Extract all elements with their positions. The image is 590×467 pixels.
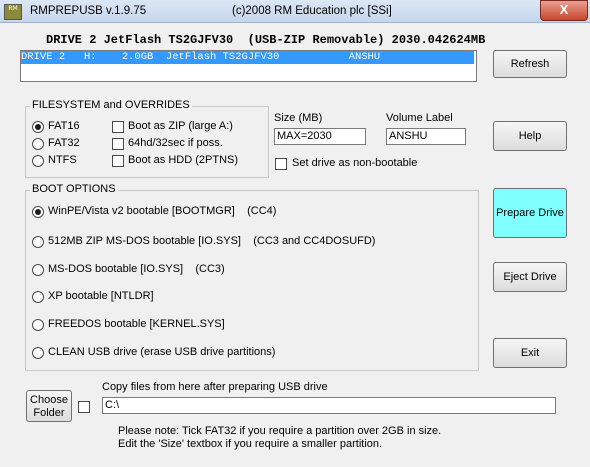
- boot-options-legend: BOOT OPTIONS: [30, 183, 118, 195]
- boot-option-msdos-radio[interactable]: [32, 264, 44, 276]
- app-icon: RM: [4, 4, 22, 20]
- boot-option-clean-label: CLEAN USB drive (erase USB drive partiti…: [48, 346, 276, 358]
- close-icon: X: [559, 2, 569, 17]
- note-line-2: Edit the 'Size' textbox if you require a…: [118, 438, 383, 450]
- copy-files-label: Copy files from here after preparing USB…: [102, 381, 328, 393]
- boot-option-msdos-label: MS-DOS bootable [IO.SYS] (CC3): [48, 263, 225, 275]
- volume-label-label: Volume Label: [386, 112, 453, 124]
- boot-option-freedos-radio[interactable]: [32, 319, 44, 331]
- boot-as-zip-checkbox[interactable]: [112, 121, 124, 133]
- fat32-label: FAT32: [48, 137, 80, 149]
- close-button[interactable]: X: [540, 0, 588, 21]
- boot-option-freedos-label: FREEDOS bootable [KERNEL.SYS]: [48, 318, 225, 330]
- hd-sec-checkbox[interactable]: [112, 138, 124, 150]
- filesystem-legend: FILESYSTEM and OVERRIDES: [30, 99, 192, 111]
- boot-option-xp-label: XP bootable [NTLDR]: [48, 290, 154, 302]
- volume-label-input[interactable]: ANSHU: [386, 128, 466, 145]
- boot-option-winpe-radio[interactable]: [32, 206, 44, 218]
- fat16-label: FAT16: [48, 120, 80, 132]
- nonbootable-label: Set drive as non-bootable: [292, 157, 418, 169]
- fat16-radio[interactable]: [32, 121, 44, 133]
- nonbootable-checkbox[interactable]: [275, 158, 287, 170]
- boot-option-zip-label: 512MB ZIP MS-DOS bootable [IO.SYS] (CC3 …: [48, 235, 376, 247]
- boot-option-zip-radio[interactable]: [32, 236, 44, 248]
- ntfs-radio[interactable]: [32, 155, 44, 167]
- window-title: RMPREPUSB v.1.9.75: [30, 5, 147, 17]
- boot-option-xp-radio[interactable]: [32, 291, 44, 303]
- boot-options-group: [25, 190, 479, 371]
- boot-option-clean-radio[interactable]: [32, 347, 44, 359]
- choose-folder-button[interactable]: Choose Folder: [26, 390, 72, 422]
- hd-sec-label: 64hd/32sec if poss.: [128, 137, 223, 149]
- note-line-1: Please note: Tick FAT32 if you require a…: [118, 425, 442, 437]
- prepare-drive-button[interactable]: Prepare Drive: [493, 188, 567, 238]
- copy-path-input[interactable]: C:\: [102, 397, 556, 414]
- drive-list-item-selected[interactable]: DRIVE 2 H: 2.0GB JetFlash TS2GJFV30 ANSH…: [21, 51, 474, 64]
- boot-as-zip-label: Boot as ZIP (large A:): [128, 120, 233, 132]
- boot-as-hdd-checkbox[interactable]: [112, 155, 124, 167]
- boot-option-winpe-label: WinPE/Vista v2 bootable [BOOTMGR] (CC4): [48, 205, 277, 217]
- eject-drive-button[interactable]: Eject Drive: [493, 262, 567, 292]
- refresh-button[interactable]: Refresh: [493, 50, 567, 78]
- exit-button[interactable]: Exit: [493, 338, 567, 368]
- boot-as-hdd-label: Boot as HDD (2PTNS): [128, 154, 239, 166]
- drive-header: DRIVE 2 JetFlash TS2GJFV30 (USB-ZIP Remo…: [46, 33, 486, 47]
- fat32-radio[interactable]: [32, 138, 44, 150]
- size-label: Size (MB): [274, 112, 323, 124]
- help-button[interactable]: Help: [493, 121, 567, 151]
- window-copyright: (c)2008 RM Education plc [SSi]: [232, 5, 392, 17]
- ntfs-label: NTFS: [48, 154, 77, 166]
- size-input[interactable]: MAX=2030: [274, 128, 366, 145]
- copy-files-checkbox[interactable]: [78, 401, 90, 413]
